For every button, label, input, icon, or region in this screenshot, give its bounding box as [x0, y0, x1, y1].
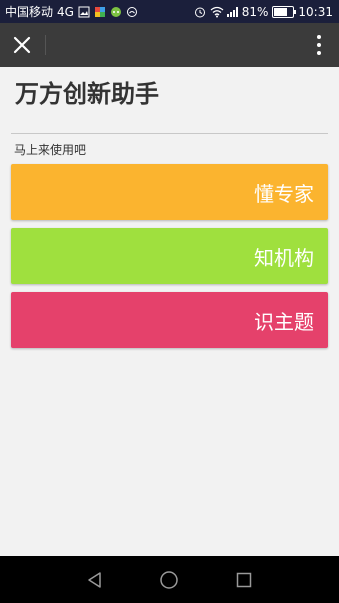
- more-vert-icon: [317, 43, 321, 47]
- more-vert-icon: [317, 35, 321, 39]
- clock: 10:31: [298, 4, 333, 19]
- signal-icon: [226, 6, 238, 18]
- nav-bar: [0, 556, 339, 603]
- back-icon: [88, 572, 101, 588]
- menu-card-label: 识主题: [254, 309, 314, 334]
- shield-icon: [126, 6, 138, 18]
- close-button[interactable]: [6, 29, 38, 61]
- app-bar: [0, 23, 339, 67]
- status-bar: 中国移动 4G 81% 10:31: [0, 0, 339, 23]
- title-divider: [11, 133, 328, 134]
- home-icon: [160, 571, 178, 589]
- battery-fill: [274, 7, 288, 16]
- status-left: 中国移动 4G: [0, 3, 194, 20]
- menu-card-label: 知机构: [254, 245, 314, 270]
- more-options-button[interactable]: [311, 31, 327, 59]
- menu-card-topic[interactable]: 识主题: [11, 292, 328, 348]
- chat-icon: [110, 6, 122, 18]
- menu-card-expert[interactable]: 懂专家: [11, 164, 328, 220]
- carrier-label: 中国移动: [5, 5, 54, 19]
- recent-apps-button[interactable]: [232, 568, 256, 592]
- home-button[interactable]: [157, 568, 181, 592]
- image-icon: [78, 6, 90, 18]
- app-icon: [94, 6, 106, 18]
- status-right: 81% 10:31: [194, 5, 339, 19]
- battery-percent: 81%: [241, 4, 269, 19]
- more-vert-icon: [317, 51, 321, 55]
- alarm-icon: [194, 6, 206, 18]
- back-button[interactable]: [83, 568, 107, 592]
- menu-card-label: 懂专家: [254, 181, 314, 206]
- screen: 中国移动 4G 81% 10:31 万方创新助手 马上来使用吧 懂专家 知机构 …: [0, 0, 339, 603]
- menu-card-institution[interactable]: 知机构: [11, 228, 328, 284]
- app-bar-divider: [45, 35, 46, 55]
- page-title: 万方创新助手: [15, 80, 159, 108]
- page-subtitle: 马上来使用吧: [14, 143, 87, 157]
- battery-icon: [272, 5, 297, 18]
- battery-tip: [294, 9, 297, 14]
- network-label: 4G: [57, 4, 74, 19]
- wifi-icon: [210, 6, 224, 18]
- recent-apps-icon: [236, 572, 252, 588]
- close-icon: [13, 36, 31, 54]
